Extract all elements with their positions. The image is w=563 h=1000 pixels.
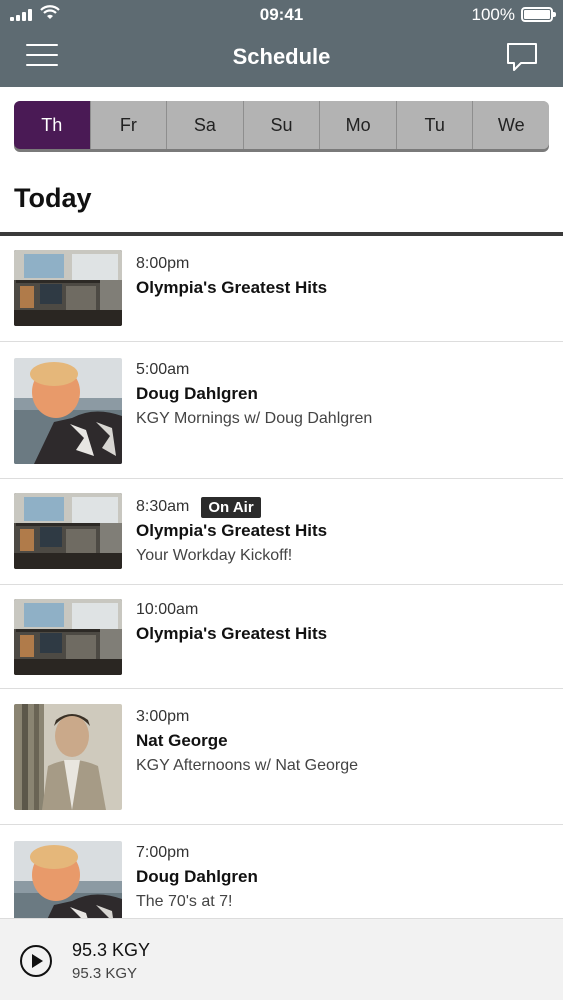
page-title: Schedule [232,44,331,69]
show-subtitle: KGY Mornings w/ Doug Dahlgren [136,410,373,427]
player-bar[interactable]: 95.3 KGY 95.3 KGY [0,918,563,1000]
show-time: 8:00pm [136,255,190,272]
show-title: Doug Dahlgren [136,384,258,403]
tab-day[interactable]: Tu [396,101,474,149]
station-name: 95.3 KGY [72,940,151,960]
status-bar: 09:41 100% [0,0,563,30]
battery-percent: 100% [471,5,515,24]
show-title: Olympia's Greatest Hits [136,278,328,297]
day-tabs: Th Fr Sa Su Mo Tu We [14,101,549,149]
tab-day[interactable]: Mo [320,101,397,149]
show-subtitle: Your Workday Kickoff! [136,547,293,564]
header-bar: 09:41 100% Schedule [0,0,563,87]
schedule-row[interactable]: 5:00am Doug Dahlgren KGY Mornings w/ Dou… [0,342,563,479]
show-time: 3:00pm [136,708,190,725]
show-title: Olympia's Greatest Hits [136,624,328,643]
host-photo-doug [14,358,122,464]
on-air-badge: On Air [201,496,261,518]
schedule-row[interactable]: 8:30am On Air Olympia's Greatest Hits Yo… [0,479,563,585]
studio-photo [14,250,122,326]
tab-day[interactable]: Fr [90,101,168,149]
show-title: Olympia's Greatest Hits [136,521,328,540]
show-subtitle: The 70's at 7! [136,893,233,910]
schedule-row[interactable]: 3:00pm Nat George KGY Afternoons w/ Nat … [0,689,563,825]
studio-photo [14,599,122,675]
studio-photo [14,493,122,569]
tab-day[interactable]: Su [243,101,321,149]
tab-day[interactable]: We [473,101,549,149]
battery-icon [521,7,556,22]
show-time: 10:00am [136,601,199,618]
schedule-row[interactable]: 8:00pm Olympia's Greatest Hits [0,236,563,342]
chat-bubble-icon[interactable] [505,41,539,73]
station-subtitle: 95.3 KGY [72,965,138,982]
host-photo-nat [14,704,122,810]
show-time: 8:30am [136,498,190,515]
show-time: 7:00pm [136,844,190,861]
show-title: Nat George [136,731,228,750]
tab-day[interactable]: Th [14,101,91,149]
play-icon[interactable] [20,945,52,977]
schedule-row[interactable]: 10:00am Olympia's Greatest Hits [0,585,563,689]
show-title: Doug Dahlgren [136,867,258,886]
show-time: 5:00am [136,361,190,378]
tab-day[interactable]: Sa [167,101,244,149]
show-subtitle: KGY Afternoons w/ Nat George [136,757,359,774]
section-title: Today [14,183,92,213]
schedule-list: 8:00pm Olympia's Greatest Hits 5:00am Do… [0,236,563,965]
